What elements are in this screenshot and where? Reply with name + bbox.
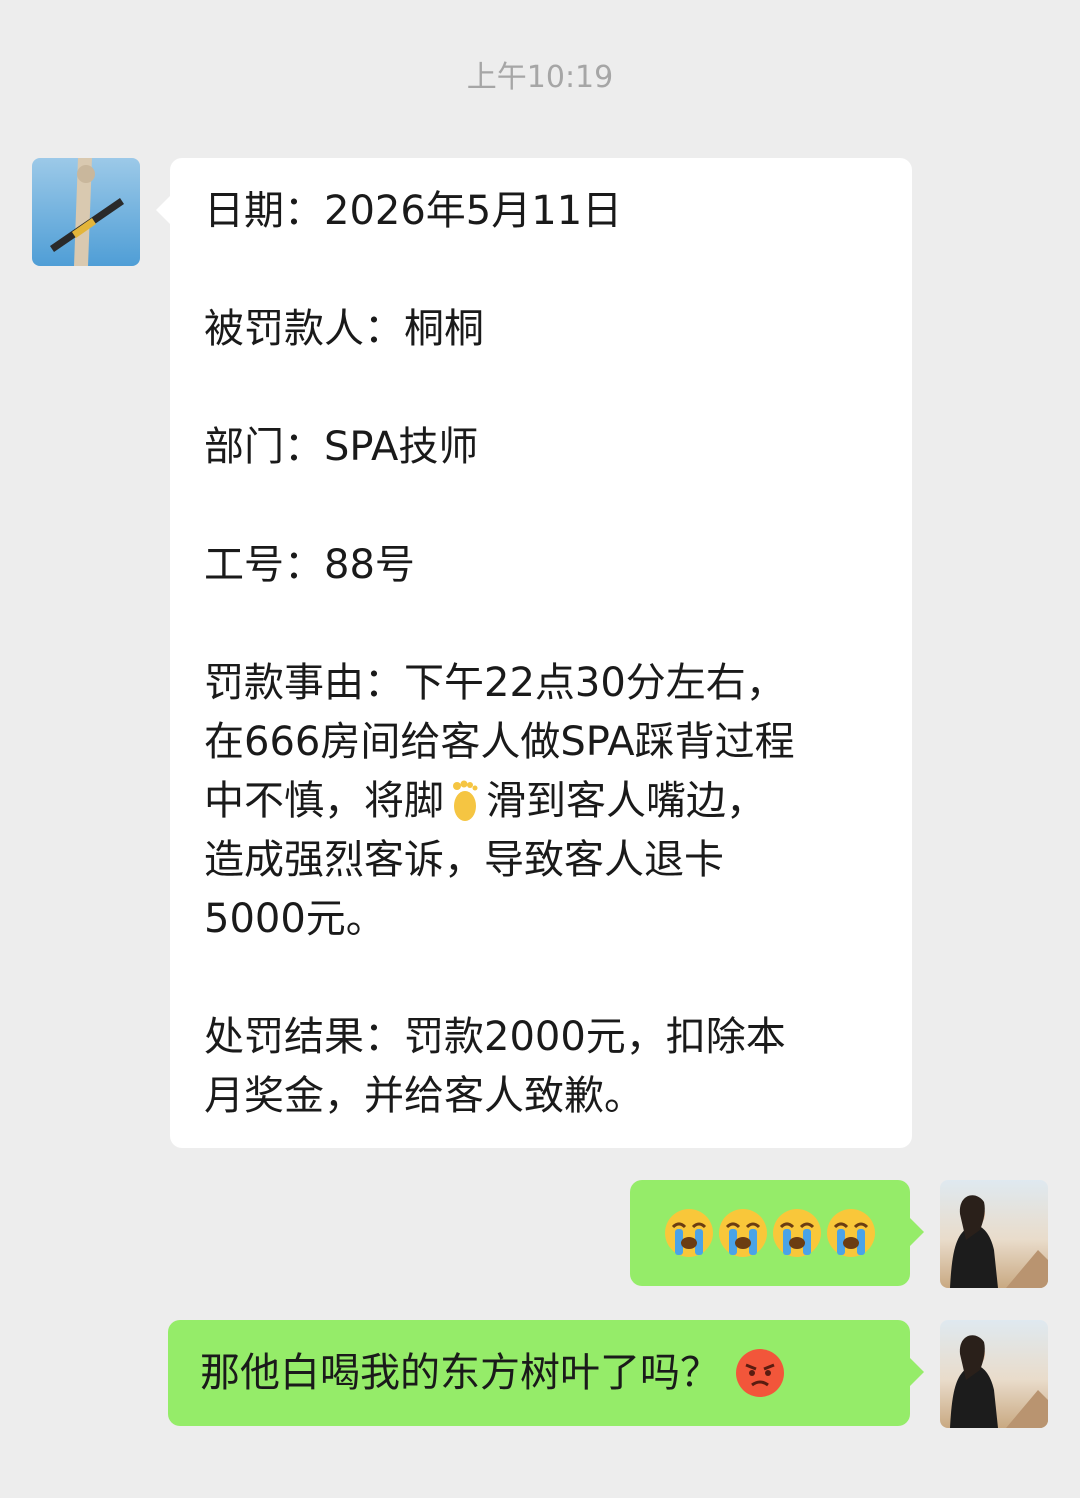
penalty-date: 日期：2026年5月11日 xyxy=(204,188,623,234)
penalty-reason: 罚款事由：下午22点30分左右， 在666房间给客人做SPA踩背过程 中不慎，将… xyxy=(204,654,892,949)
reason-line: 造成强烈客诉，导致客人退卡 xyxy=(204,837,724,883)
message-timestamp: 上午10:19 xyxy=(466,60,614,95)
outgoing-message-bubble[interactable]: 那他白喝我的东方树叶了吗？ xyxy=(168,1320,924,1426)
loudly-crying-face-icon xyxy=(717,1207,769,1259)
loudly-crying-face-icon xyxy=(663,1207,715,1259)
reason-text: 中不慎，将脚 xyxy=(204,778,444,824)
my-avatar[interactable] xyxy=(940,1180,1048,1288)
employee-number: 工号：88号 xyxy=(204,542,415,588)
reason-text: 滑到客人嘴边， xyxy=(486,778,766,824)
reason-line: 中不慎，将脚 滑到客人嘴边， xyxy=(204,772,892,831)
incoming-message-bubble[interactable]: 日期：2026年5月11日 被罚款人：桐桐 部门：SPA技师 工号：88号 罚款… xyxy=(156,158,912,1148)
penalized-person: 被罚款人：桐桐 xyxy=(204,306,484,352)
result-line: 处罚结果：罚款2000元，扣除本 xyxy=(204,1014,786,1060)
crying-emoji-row xyxy=(630,1180,910,1286)
foot-icon xyxy=(448,778,482,822)
loudly-crying-face-icon xyxy=(771,1207,823,1259)
pouting-angry-face-icon xyxy=(734,1347,786,1399)
penalty-result: 处罚结果：罚款2000元，扣除本 月奖金，并给客人致歉。 xyxy=(204,1008,892,1126)
outgoing-message-bubble[interactable] xyxy=(630,1180,924,1286)
result-line: 月奖金，并给客人致歉。 xyxy=(204,1073,644,1119)
department: 部门：SPA技师 xyxy=(204,424,479,470)
reply-message: 那他白喝我的东方树叶了吗？ xyxy=(168,1320,910,1426)
loudly-crying-face-icon xyxy=(825,1207,877,1259)
reason-line: 罚款事由：下午22点30分左右， xyxy=(204,660,786,706)
reason-line: 5000元。 xyxy=(204,896,386,942)
sender-avatar[interactable] xyxy=(32,158,140,266)
reply-text: 那他白喝我的东方树叶了吗？ xyxy=(200,1349,720,1396)
my-avatar[interactable] xyxy=(940,1320,1048,1428)
reason-line: 在666房间给客人做SPA踩背过程 xyxy=(204,719,795,765)
chat-window: 上午10:19 日期：2026年5月11日 被罚款人：桐桐 部门：SPA技师 工… xyxy=(0,0,1080,1498)
